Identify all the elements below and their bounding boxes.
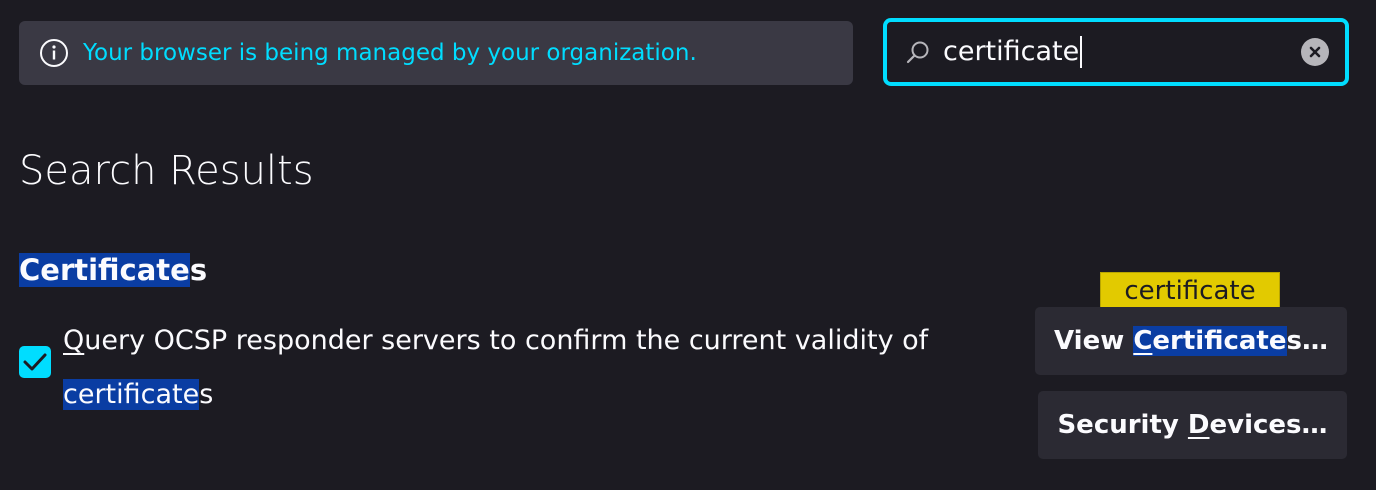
page-title: Search Results <box>19 148 314 194</box>
ocsp-label-text: uery OCSP responder servers to confirm t… <box>84 325 929 356</box>
info-icon <box>40 39 68 67</box>
ocsp-label-suffix: s <box>199 379 214 410</box>
search-match-tooltip: certificate <box>1100 272 1280 310</box>
checkmark-icon <box>23 353 47 371</box>
managed-banner: Your browser is being managed by your or… <box>19 21 853 85</box>
view-certificates-button[interactable]: View Certificate s… <box>1035 307 1347 375</box>
search-highlight: Certificate <box>19 253 190 287</box>
access-key: C <box>1133 326 1153 356</box>
ocsp-checkbox[interactable] <box>19 346 51 378</box>
button-text: Security <box>1057 410 1179 440</box>
managed-banner-text[interactable]: Your browser is being managed by your or… <box>83 40 697 66</box>
ocsp-checkbox-label[interactable]: Query OCSP responder servers to confirm … <box>63 314 963 422</box>
clear-search-button[interactable] <box>1301 38 1329 66</box>
search-field[interactable]: certificate <box>883 18 1349 86</box>
button-text: View <box>1054 326 1125 356</box>
section-title-certificates: Certificates <box>19 250 207 290</box>
text-caret <box>1080 36 1083 69</box>
search-highlight: Certificate <box>1133 326 1287 356</box>
section-title-suffix: s <box>189 253 208 287</box>
search-icon <box>906 41 929 64</box>
access-key: D <box>1187 410 1210 440</box>
button-text-suffix: evices… <box>1209 410 1328 440</box>
highlight-text: ertificate <box>1152 326 1287 356</box>
clear-icon <box>1309 46 1321 58</box>
button-text-suffix: s… <box>1286 326 1328 356</box>
preferences-page: Your browser is being managed by your or… <box>0 0 1376 490</box>
security-devices-button[interactable]: Security Devices… <box>1038 391 1347 459</box>
search-input[interactable]: certificate <box>943 36 1083 69</box>
search-highlight: certificate <box>63 379 200 410</box>
access-key: Q <box>63 325 85 356</box>
